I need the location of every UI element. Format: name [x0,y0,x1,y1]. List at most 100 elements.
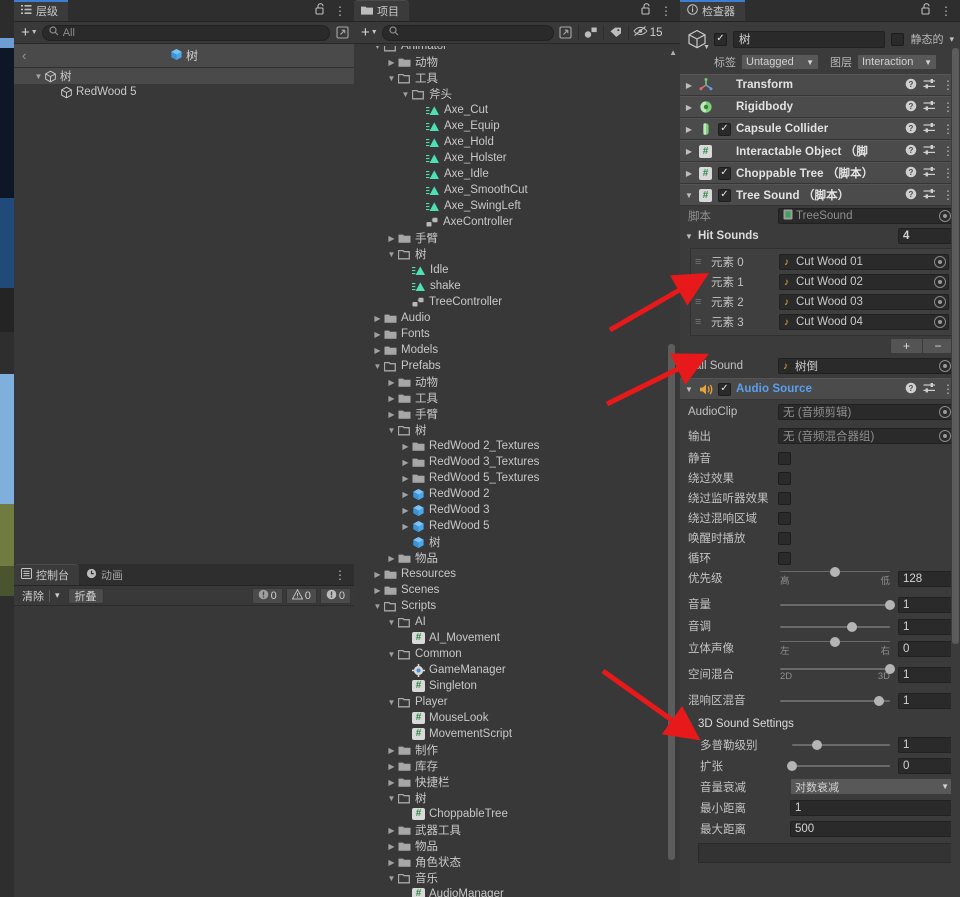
project-twisty[interactable]: ▶ [372,330,383,339]
array-add-button[interactable]: + [890,338,922,354]
audio-slider-value-field[interactable]: 128 [898,571,954,587]
project-twisty[interactable]: ▶ [414,154,425,163]
project-twisty[interactable]: ▶ [386,394,397,403]
project-row[interactable]: ▶ Axe_SwingLeft [354,198,680,214]
project-twisty[interactable]: ▼ [400,90,411,99]
static-dropdown-icon[interactable]: ▾ [949,34,954,45]
project-scrollbar-thumb[interactable] [668,344,675,860]
tag-dropdown[interactable]: Untagged ▼ [741,54,819,70]
component-foldout-arrow[interactable]: ▶ [684,147,694,156]
preset-icon[interactable] [923,100,936,115]
max-distance-field[interactable]: 500 [790,820,954,837]
audio-slider[interactable] [778,619,892,635]
project-twisty[interactable]: ▶ [386,778,397,787]
hidden-packages-count[interactable]: 15 [633,25,663,40]
project-twisty[interactable]: ▶ [400,442,411,451]
slider-knob[interactable] [811,739,822,750]
project-row[interactable]: ▼ Common [354,646,680,662]
project-twisty[interactable]: ▼ [386,618,397,627]
component-header-capsule-collider[interactable]: ▶ ✓ Capsule Collider ? ⋮ [680,118,960,140]
project-row[interactable]: ▶ Axe_Equip [354,118,680,134]
sound3d-foldout[interactable]: ▼ 3D Sound Settings [680,714,960,734]
help-icon[interactable]: ? [905,78,917,93]
kebab-menu-icon[interactable]: ⋮ [334,569,346,581]
audio-toggle-checkbox[interactable] [778,531,791,545]
preset-icon[interactable] [923,382,936,397]
gameobject-cube-icon[interactable]: ▼ [686,28,710,51]
audio-slider[interactable]: 2D 3D [778,664,895,683]
audio-slider-value-field[interactable]: 0 [898,641,954,657]
project-twisty[interactable]: ▼ [386,250,397,259]
audio-toggle-checkbox[interactable] [778,511,791,525]
project-twisty[interactable]: ▶ [400,538,411,547]
project-row[interactable]: ▶ RedWood 2_Textures [354,438,680,454]
scene-view-sliver-lower[interactable] [0,332,14,897]
project-twisty[interactable]: ▶ [386,554,397,563]
drag-handle-icon[interactable]: ≡ [695,296,705,308]
console-error-counter[interactable]: 0 [251,587,283,604]
hierarchy-row[interactable]: ▼ 树 [14,68,354,84]
project-twisty[interactable]: ▶ [386,842,397,851]
project-row[interactable]: ▶ 动物 [354,374,680,390]
project-twisty[interactable]: ▶ [400,282,411,291]
project-twisty[interactable]: ▼ [386,74,397,83]
help-icon[interactable]: ? [905,188,917,203]
audio-toggle-checkbox[interactable] [778,551,791,565]
project-row[interactable]: ▶ Axe_Cut [354,102,680,118]
project-twisty[interactable]: ▼ [386,426,397,435]
project-twisty[interactable]: ▶ [372,586,383,595]
hierarchy-add-button[interactable]: + ▼ [18,25,38,40]
breadcrumb-back-button[interactable]: ‹ [22,48,26,63]
hierarchy-twisty[interactable]: ▶ [49,88,60,97]
component-header-transform[interactable]: ▶ Transform ? ⋮ [680,74,960,96]
spread-slider[interactable] [787,758,892,774]
inspector-scrollbar-thumb[interactable] [952,48,959,644]
hit-sounds-element-row[interactable]: ≡ 元素 1 ♪ Cut Wood 02 [695,272,949,292]
project-twisty[interactable]: ▶ [414,138,425,147]
project-row[interactable]: ▼ Scripts [354,598,680,614]
project-twisty[interactable]: ▶ [386,410,397,419]
element-objectfield[interactable]: ♪ Cut Wood 03 [779,294,949,310]
console-warning-counter[interactable]: 0 [285,587,317,604]
project-twisty[interactable]: ▶ [372,570,383,579]
project-row[interactable]: ▶树 [354,534,680,550]
save-search-icon[interactable] [558,25,574,41]
object-picker-button[interactable] [939,210,951,222]
project-row[interactable]: ▼ 树 [354,422,680,438]
drag-handle-icon[interactable]: ≡ [695,256,705,268]
script-objectfield[interactable]: TreeSound [778,208,954,224]
project-twisty[interactable]: ▶ [400,298,411,307]
project-twisty[interactable]: ▶ [400,266,411,275]
search-by-label-icon[interactable] [608,25,624,41]
project-row[interactable]: ▶ RedWood 2 [354,486,680,502]
project-twisty[interactable]: ▶ [386,234,397,243]
audio-slider[interactable] [778,693,892,709]
kebab-menu-icon[interactable]: ⋮ [940,5,952,17]
output-objectfield[interactable]: 无 (音频混合器组) [778,428,954,444]
slider-knob[interactable] [874,696,884,706]
audio-toggle-checkbox[interactable] [778,471,791,485]
project-row[interactable]: ▼ 斧头 [354,86,680,102]
array-remove-button[interactable]: − [922,338,954,354]
audio-toggle-checkbox[interactable] [778,491,791,505]
project-twisty[interactable]: ▶ [400,522,411,531]
project-row[interactable]: ▶ RedWood 5 [354,518,680,534]
project-row[interactable]: ▶ Idle [354,262,680,278]
project-row[interactable]: ▶ 制作 [354,742,680,758]
object-picker-button[interactable] [939,406,951,418]
component-enabled-checkbox[interactable]: ✓ [718,166,731,180]
preset-icon[interactable] [923,166,936,181]
audio-slider-value-field[interactable]: 1 [898,667,954,683]
spread-value-field[interactable]: 0 [898,757,954,774]
project-row[interactable]: ▶# AI_Movement [354,630,680,646]
preset-icon[interactable] [923,78,936,93]
project-twisty[interactable]: ▶ [414,122,425,131]
project-row[interactable]: ▼ Animator [354,46,680,54]
doppler-value-field[interactable]: 1 [898,736,954,753]
search-by-type-icon[interactable] [583,25,599,41]
project-add-button[interactable]: + ▼ [358,25,378,40]
project-row[interactable]: ▶ Fonts [354,326,680,342]
preset-icon[interactable] [923,188,936,203]
gameobject-enabled-checkbox[interactable]: ✓ [714,32,727,46]
help-icon[interactable]: ? [905,122,917,137]
